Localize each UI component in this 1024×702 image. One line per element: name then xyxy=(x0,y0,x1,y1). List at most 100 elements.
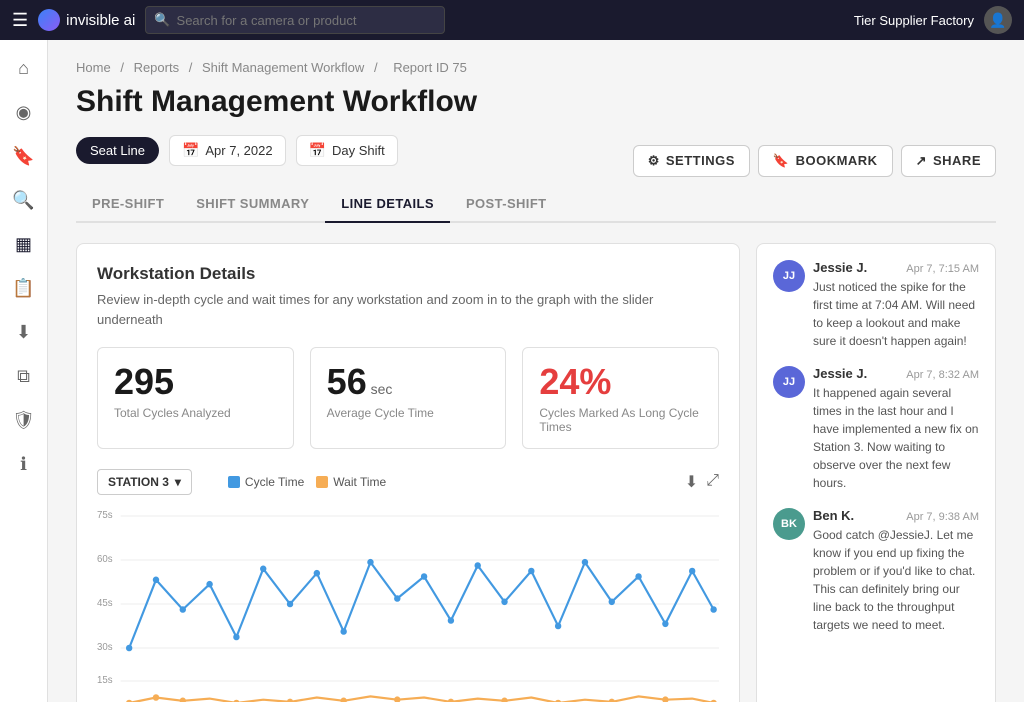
stats-row: 295 Total Cycles Analyzed 56 sec Average… xyxy=(97,347,719,449)
sidebar-item-chart[interactable]: ▦ xyxy=(4,224,44,264)
legend-wait-label: Wait Time xyxy=(333,475,386,489)
avatar[interactable]: 👤 xyxy=(984,6,1012,34)
sidebar-item-info[interactable]: ℹ xyxy=(4,444,44,484)
bookmark-button[interactable]: 🔖 BOOKMARK xyxy=(758,145,893,177)
chart-legend: Cycle Time Wait Time xyxy=(228,475,386,489)
shift-calendar-icon: 📅 xyxy=(309,142,326,159)
breadcrumb-reports[interactable]: Reports xyxy=(134,60,180,75)
topnav-right: Tier Supplier Factory 👤 xyxy=(854,6,1012,34)
filter-seat-line[interactable]: Seat Line xyxy=(76,137,159,164)
content-area: Home / Reports / Shift Management Workfl… xyxy=(48,40,1024,702)
sidebar-item-report[interactable]: 📋 xyxy=(4,268,44,308)
stat-avg-unit: sec xyxy=(367,381,393,397)
legend-cycle-label: Cycle Time xyxy=(245,475,304,489)
brand-name: invisible ai xyxy=(66,12,135,29)
breadcrumb-sep3: / xyxy=(374,60,378,75)
factory-label: Tier Supplier Factory xyxy=(854,13,974,28)
search-input[interactable] xyxy=(177,13,437,28)
stat-avg-cycle-value: 56 sec xyxy=(327,362,490,402)
svg-text:15s: 15s xyxy=(97,675,113,686)
stat-total-cycles: 295 Total Cycles Analyzed xyxy=(97,347,294,449)
stat-avg-cycle: 56 sec Average Cycle Time xyxy=(310,347,507,449)
chart-controls: STATION 3 ▾ Cycle Time Wait Time xyxy=(97,469,719,495)
chevron-down-icon: ▾ xyxy=(175,475,181,489)
settings-button[interactable]: ⚙ SETTINGS xyxy=(633,145,750,177)
tab-shift-summary[interactable]: SHIFT SUMMARY xyxy=(180,186,325,223)
sidebar: ⌂ ◉ 🔖 🔍 ▦ 📋 ⬇ ⧉ 🛡 ℹ xyxy=(0,40,48,702)
comment-name-bk: Ben K. xyxy=(813,508,854,523)
filters-row: Seat Line 📅 Apr 7, 2022 📅 Day Shift ⚙ SE… xyxy=(76,135,996,186)
breadcrumb-sep2: / xyxy=(189,60,193,75)
tab-pre-shift[interactable]: PRE-SHIFT xyxy=(76,186,180,223)
line-chart: 75s 60s 45s 30s 15s 0 xyxy=(97,505,719,702)
comment-time-jj2: Apr 7, 8:32 AM xyxy=(906,369,979,381)
layout: ⌂ ◉ 🔖 🔍 ▦ 📋 ⬇ ⧉ 🛡 ℹ Home / Reports / Shi… xyxy=(0,40,1024,702)
tab-post-shift[interactable]: POST-SHIFT xyxy=(450,186,563,223)
chart-area: 75s 60s 45s 30s 15s 0 xyxy=(97,505,719,702)
filter-date[interactable]: 📅 Apr 7, 2022 xyxy=(169,135,286,166)
share-button[interactable]: ↗ SHARE xyxy=(901,145,996,177)
stat-long-cycles: 24% Cycles Marked As Long Cycle Times xyxy=(522,347,719,449)
stat-total-cycles-value: 295 xyxy=(114,362,277,402)
sidebar-item-layers[interactable]: ⧉ xyxy=(4,356,44,396)
stat-avg-cycle-label: Average Cycle Time xyxy=(327,406,490,420)
tab-line-details[interactable]: LINE DETAILS xyxy=(325,186,450,223)
svg-text:75s: 75s xyxy=(97,510,113,521)
search-bar[interactable]: 🔍 xyxy=(145,6,445,34)
breadcrumb: Home / Reports / Shift Management Workfl… xyxy=(76,60,996,75)
sidebar-item-shield[interactable]: 🛡 xyxy=(4,400,44,440)
body-split: Workstation Details Review in-depth cycl… xyxy=(76,243,996,702)
share-label: SHARE xyxy=(933,153,981,168)
legend-cycle-time: Cycle Time xyxy=(228,475,304,489)
comment-header-bk: Ben K. Apr 7, 9:38 AM xyxy=(813,508,979,523)
comment-avatar-jj1: JJ xyxy=(773,260,805,292)
bookmark-label: BOOKMARK xyxy=(796,153,878,168)
station-label: STATION 3 xyxy=(108,475,169,489)
legend-wait-dot xyxy=(316,476,328,488)
chart-actions: ⬇ ⤢ xyxy=(685,472,719,492)
download-chart-icon[interactable]: ⬇ xyxy=(685,472,698,492)
sidebar-item-download[interactable]: ⬇ xyxy=(4,312,44,352)
svg-text:60s: 60s xyxy=(97,554,113,565)
filter-shift-label: Day Shift xyxy=(332,143,385,158)
calendar-icon: 📅 xyxy=(182,142,199,159)
comment-item: JJ Jessie J. Apr 7, 8:32 AM It happened … xyxy=(773,366,979,492)
share-icon: ↗ xyxy=(916,153,927,169)
comment-header-jj2: Jessie J. Apr 7, 8:32 AM xyxy=(813,366,979,381)
comment-text-jj1: Just noticed the spike for the first tim… xyxy=(813,278,979,350)
station-select[interactable]: STATION 3 ▾ xyxy=(97,469,192,495)
chart-panel: Workstation Details Review in-depth cycl… xyxy=(76,243,740,702)
comment-body-bk: Ben K. Apr 7, 9:38 AM Good catch @Jessie… xyxy=(813,508,979,634)
filters: Seat Line 📅 Apr 7, 2022 📅 Day Shift xyxy=(76,135,398,166)
sidebar-item-camera[interactable]: ◉ xyxy=(4,92,44,132)
comment-item: JJ Jessie J. Apr 7, 7:15 AM Just noticed… xyxy=(773,260,979,350)
svg-text:45s: 45s xyxy=(97,598,113,609)
topnav: ☰ invisible ai 🔍 Tier Supplier Factory 👤 xyxy=(0,0,1024,40)
hamburger-icon[interactable]: ☰ xyxy=(12,10,28,31)
search-icon: 🔍 xyxy=(154,12,170,28)
breadcrumb-home[interactable]: Home xyxy=(76,60,111,75)
filter-shift[interactable]: 📅 Day Shift xyxy=(296,135,398,166)
legend-cycle-dot xyxy=(228,476,240,488)
breadcrumb-workflow[interactable]: Shift Management Workflow xyxy=(202,60,364,75)
toolbar: ⚙ SETTINGS 🔖 BOOKMARK ↗ SHARE xyxy=(633,145,996,177)
comment-body-jj2: Jessie J. Apr 7, 8:32 AM It happened aga… xyxy=(813,366,979,492)
comment-avatar-bk: BK xyxy=(773,508,805,540)
expand-chart-icon[interactable]: ⤢ xyxy=(706,472,719,492)
sidebar-item-home[interactable]: ⌂ xyxy=(4,48,44,88)
comment-time-bk: Apr 7, 9:38 AM xyxy=(906,511,979,523)
logo: invisible ai xyxy=(38,9,135,31)
tabs: PRE-SHIFT SHIFT SUMMARY LINE DETAILS POS… xyxy=(76,186,996,223)
breadcrumb-sep1: / xyxy=(120,60,124,75)
comment-name-jj1: Jessie J. xyxy=(813,260,867,275)
comment-avatar-jj2: JJ xyxy=(773,366,805,398)
bookmark-icon: 🔖 xyxy=(773,153,790,169)
comment-item: BK Ben K. Apr 7, 9:38 AM Good catch @Jes… xyxy=(773,508,979,634)
comment-text-jj2: It happened again several times in the l… xyxy=(813,384,979,492)
settings-label: SETTINGS xyxy=(666,153,735,168)
sidebar-item-bookmark[interactable]: 🔖 xyxy=(4,136,44,176)
workstation-desc: Review in-depth cycle and wait times for… xyxy=(97,290,719,329)
page-title: Shift Management Workflow xyxy=(76,85,996,119)
comment-header-jj1: Jessie J. Apr 7, 7:15 AM xyxy=(813,260,979,275)
sidebar-item-search[interactable]: 🔍 xyxy=(4,180,44,220)
